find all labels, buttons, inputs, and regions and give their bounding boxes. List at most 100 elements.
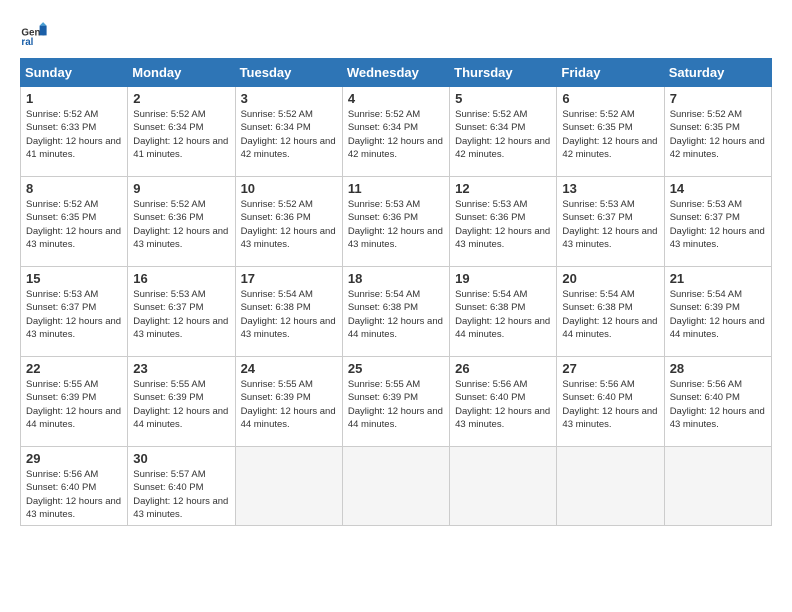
- day-info: Sunrise: 5:52 AM Sunset: 6:36 PM Dayligh…: [133, 198, 229, 251]
- day-info: Sunrise: 5:55 AM Sunset: 6:39 PM Dayligh…: [241, 378, 337, 431]
- column-header-tuesday: Tuesday: [235, 59, 342, 87]
- sunset-label: Sunset: 6:36 PM: [133, 212, 203, 223]
- sunset-label: Sunset: 6:36 PM: [241, 212, 311, 223]
- day-info: Sunrise: 5:52 AM Sunset: 6:34 PM Dayligh…: [348, 108, 444, 161]
- daylight-label: Daylight: 12 hours and 44 minutes.: [455, 316, 550, 340]
- sunrise-label: Sunrise: 5:52 AM: [133, 109, 205, 120]
- daylight-label: Daylight: 12 hours and 42 minutes.: [241, 136, 336, 160]
- daylight-label: Daylight: 12 hours and 43 minutes.: [241, 316, 336, 340]
- day-info: Sunrise: 5:53 AM Sunset: 6:37 PM Dayligh…: [133, 288, 229, 341]
- sunrise-label: Sunrise: 5:55 AM: [133, 379, 205, 390]
- column-header-sunday: Sunday: [21, 59, 128, 87]
- sunset-label: Sunset: 6:34 PM: [455, 122, 525, 133]
- calendar-week-row: 1 Sunrise: 5:52 AM Sunset: 6:33 PM Dayli…: [21, 87, 772, 177]
- calendar-header-row: SundayMondayTuesdayWednesdayThursdayFrid…: [21, 59, 772, 87]
- svg-text:ral: ral: [21, 37, 33, 48]
- calendar-week-row: 8 Sunrise: 5:52 AM Sunset: 6:35 PM Dayli…: [21, 177, 772, 267]
- sunrise-label: Sunrise: 5:55 AM: [26, 379, 98, 390]
- day-info: Sunrise: 5:53 AM Sunset: 6:37 PM Dayligh…: [670, 198, 766, 251]
- sunrise-label: Sunrise: 5:53 AM: [562, 199, 634, 210]
- calendar-day-cell: 17 Sunrise: 5:54 AM Sunset: 6:38 PM Dayl…: [235, 267, 342, 357]
- sunset-label: Sunset: 6:34 PM: [241, 122, 311, 133]
- day-info: Sunrise: 5:56 AM Sunset: 6:40 PM Dayligh…: [455, 378, 551, 431]
- calendar-day-cell: 7 Sunrise: 5:52 AM Sunset: 6:35 PM Dayli…: [664, 87, 771, 177]
- day-number: 27: [562, 361, 658, 376]
- day-info: Sunrise: 5:52 AM Sunset: 6:34 PM Dayligh…: [241, 108, 337, 161]
- daylight-label: Daylight: 12 hours and 44 minutes.: [562, 316, 657, 340]
- day-info: Sunrise: 5:56 AM Sunset: 6:40 PM Dayligh…: [26, 468, 122, 521]
- sunset-label: Sunset: 6:39 PM: [241, 392, 311, 403]
- sunrise-label: Sunrise: 5:53 AM: [26, 289, 98, 300]
- sunrise-label: Sunrise: 5:57 AM: [133, 469, 205, 480]
- calendar-day-cell: 10 Sunrise: 5:52 AM Sunset: 6:36 PM Dayl…: [235, 177, 342, 267]
- calendar-day-cell: 12 Sunrise: 5:53 AM Sunset: 6:36 PM Dayl…: [450, 177, 557, 267]
- daylight-label: Daylight: 12 hours and 42 minutes.: [670, 136, 765, 160]
- calendar-day-cell: 27 Sunrise: 5:56 AM Sunset: 6:40 PM Dayl…: [557, 357, 664, 447]
- calendar-day-cell: 28 Sunrise: 5:56 AM Sunset: 6:40 PM Dayl…: [664, 357, 771, 447]
- calendar-day-cell: 8 Sunrise: 5:52 AM Sunset: 6:35 PM Dayli…: [21, 177, 128, 267]
- calendar-day-cell: [557, 447, 664, 526]
- day-number: 19: [455, 271, 551, 286]
- day-info: Sunrise: 5:55 AM Sunset: 6:39 PM Dayligh…: [26, 378, 122, 431]
- sunset-label: Sunset: 6:37 PM: [26, 302, 96, 313]
- sunrise-label: Sunrise: 5:54 AM: [455, 289, 527, 300]
- daylight-label: Daylight: 12 hours and 43 minutes.: [562, 406, 657, 430]
- sunrise-label: Sunrise: 5:56 AM: [26, 469, 98, 480]
- calendar-day-cell: 14 Sunrise: 5:53 AM Sunset: 6:37 PM Dayl…: [664, 177, 771, 267]
- day-number: 9: [133, 181, 229, 196]
- calendar-day-cell: [664, 447, 771, 526]
- day-info: Sunrise: 5:56 AM Sunset: 6:40 PM Dayligh…: [670, 378, 766, 431]
- sunset-label: Sunset: 6:37 PM: [670, 212, 740, 223]
- sunset-label: Sunset: 6:39 PM: [26, 392, 96, 403]
- day-info: Sunrise: 5:53 AM Sunset: 6:36 PM Dayligh…: [455, 198, 551, 251]
- day-info: Sunrise: 5:52 AM Sunset: 6:33 PM Dayligh…: [26, 108, 122, 161]
- daylight-label: Daylight: 12 hours and 44 minutes.: [670, 316, 765, 340]
- calendar-day-cell: 20 Sunrise: 5:54 AM Sunset: 6:38 PM Dayl…: [557, 267, 664, 357]
- day-number: 5: [455, 91, 551, 106]
- day-number: 6: [562, 91, 658, 106]
- daylight-label: Daylight: 12 hours and 43 minutes.: [26, 316, 121, 340]
- daylight-label: Daylight: 12 hours and 44 minutes.: [348, 316, 443, 340]
- daylight-label: Daylight: 12 hours and 43 minutes.: [133, 496, 228, 520]
- daylight-label: Daylight: 12 hours and 43 minutes.: [562, 226, 657, 250]
- day-info: Sunrise: 5:53 AM Sunset: 6:37 PM Dayligh…: [562, 198, 658, 251]
- sunrise-label: Sunrise: 5:54 AM: [348, 289, 420, 300]
- day-number: 23: [133, 361, 229, 376]
- calendar-day-cell: 4 Sunrise: 5:52 AM Sunset: 6:34 PM Dayli…: [342, 87, 449, 177]
- daylight-label: Daylight: 12 hours and 43 minutes.: [133, 316, 228, 340]
- day-number: 22: [26, 361, 122, 376]
- day-number: 30: [133, 451, 229, 466]
- sunrise-label: Sunrise: 5:55 AM: [348, 379, 420, 390]
- daylight-label: Daylight: 12 hours and 43 minutes.: [455, 226, 550, 250]
- day-info: Sunrise: 5:54 AM Sunset: 6:39 PM Dayligh…: [670, 288, 766, 341]
- sunset-label: Sunset: 6:40 PM: [455, 392, 525, 403]
- sunset-label: Sunset: 6:35 PM: [670, 122, 740, 133]
- calendar-day-cell: 29 Sunrise: 5:56 AM Sunset: 6:40 PM Dayl…: [21, 447, 128, 526]
- daylight-label: Daylight: 12 hours and 42 minutes.: [348, 136, 443, 160]
- sunset-label: Sunset: 6:40 PM: [670, 392, 740, 403]
- sunrise-label: Sunrise: 5:53 AM: [455, 199, 527, 210]
- calendar-day-cell: 1 Sunrise: 5:52 AM Sunset: 6:33 PM Dayli…: [21, 87, 128, 177]
- calendar-day-cell: 21 Sunrise: 5:54 AM Sunset: 6:39 PM Dayl…: [664, 267, 771, 357]
- day-info: Sunrise: 5:57 AM Sunset: 6:40 PM Dayligh…: [133, 468, 229, 521]
- column-header-friday: Friday: [557, 59, 664, 87]
- day-info: Sunrise: 5:52 AM Sunset: 6:34 PM Dayligh…: [455, 108, 551, 161]
- page-header: Gene ral: [20, 20, 772, 48]
- daylight-label: Daylight: 12 hours and 43 minutes.: [348, 226, 443, 250]
- day-info: Sunrise: 5:54 AM Sunset: 6:38 PM Dayligh…: [562, 288, 658, 341]
- day-number: 2: [133, 91, 229, 106]
- calendar-day-cell: 9 Sunrise: 5:52 AM Sunset: 6:36 PM Dayli…: [128, 177, 235, 267]
- sunrise-label: Sunrise: 5:52 AM: [455, 109, 527, 120]
- sunset-label: Sunset: 6:38 PM: [455, 302, 525, 313]
- calendar-table: SundayMondayTuesdayWednesdayThursdayFrid…: [20, 58, 772, 526]
- day-info: Sunrise: 5:54 AM Sunset: 6:38 PM Dayligh…: [455, 288, 551, 341]
- daylight-label: Daylight: 12 hours and 42 minutes.: [562, 136, 657, 160]
- day-number: 1: [26, 91, 122, 106]
- daylight-label: Daylight: 12 hours and 43 minutes.: [26, 496, 121, 520]
- day-number: 20: [562, 271, 658, 286]
- day-number: 21: [670, 271, 766, 286]
- calendar-week-row: 29 Sunrise: 5:56 AM Sunset: 6:40 PM Dayl…: [21, 447, 772, 526]
- day-number: 15: [26, 271, 122, 286]
- day-number: 10: [241, 181, 337, 196]
- daylight-label: Daylight: 12 hours and 43 minutes.: [670, 406, 765, 430]
